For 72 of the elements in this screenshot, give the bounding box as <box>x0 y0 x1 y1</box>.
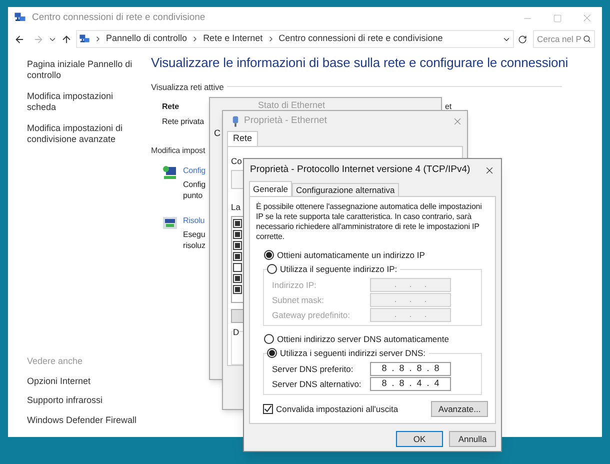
tab[interactable]: Rete <box>227 131 258 146</box>
field-label: Server DNS alternativo: <box>272 378 362 390</box>
connection-link[interactable]: et <box>445 102 452 112</box>
field-label: Co <box>231 155 242 168</box>
tab[interactable]: Generale <box>249 181 292 196</box>
task-description: Config <box>183 179 206 190</box>
field-label: Subnet mask: <box>272 294 324 306</box>
page-heading: Visualizzare le informazioni di base sulla rete e configurare le connessioni <box>151 54 568 72</box>
checkbox[interactable] <box>233 284 242 294</box>
intro-text: È possibile ottenere l'assegnazione automatica delle impostazioni IP se la rete supporta tale caratteristica. In caso contrario, sarà necessario richiedere all'amministratore di rete le impostazioni IP corrette. <box>255 201 483 242</box>
dialog-title: Proprietà - Protocollo Internet versione 4 (TCP/IPv4) <box>250 162 470 177</box>
task-link[interactable]: Config <box>183 165 206 176</box>
network-icon <box>79 34 90 44</box>
network-adapter-icon <box>232 116 239 126</box>
advanced-button[interactable]: Avanzate... <box>431 401 488 417</box>
radio-button[interactable] <box>267 348 277 358</box>
network-icon <box>14 12 26 24</box>
checkbox[interactable] <box>263 404 273 414</box>
sidebar-link[interactable]: Opzioni Internet <box>27 374 137 388</box>
checkbox-label: Convalida impostazioni all'uscita <box>276 402 398 416</box>
checkbox[interactable] <box>233 262 242 272</box>
radio-label: Utilizza il seguente indirizzo IP: <box>280 263 398 276</box>
section-heading: Vedere anche <box>27 355 84 368</box>
ip-address-field[interactable]: 8 . 8 . 8 . 8 <box>370 362 451 376</box>
cancel-button[interactable]: Annulla <box>449 431 496 447</box>
task-description: risoluz <box>183 240 206 252</box>
sidebar-link[interactable]: Windows Defender Firewall <box>27 414 137 427</box>
breadcrumb-item[interactable]: Pannello di controllo <box>106 32 188 46</box>
sidebar-link[interactable]: Modifica impostazioni di condivisione avanzate <box>27 123 137 145</box>
refresh-icon[interactable] <box>518 34 527 44</box>
breadcrumb-item[interactable]: Rete e Internet <box>203 32 263 46</box>
task-description: Esegu <box>183 229 206 240</box>
group-label: D <box>233 327 240 337</box>
radio-button[interactable] <box>264 334 274 344</box>
field-label: Indirizzo IP: <box>272 278 316 292</box>
breadcrumb-item[interactable]: Centro connessioni di rete e condivisione <box>278 32 443 46</box>
chevron-icon <box>94 35 102 43</box>
checkbox[interactable] <box>233 218 242 228</box>
sidebar-link[interactable]: Modifica impostazioni scheda <box>27 91 137 113</box>
network-name: Rete <box>162 101 179 114</box>
radio-label: Ottieni automaticamente un indirizzo IP <box>277 248 425 262</box>
task-link[interactable]: Risolu <box>183 215 206 226</box>
network-type: Rete privata <box>162 116 204 128</box>
field-label: Gateway predefinito: <box>272 308 350 322</box>
field-label: Server DNS preferito: <box>272 362 354 376</box>
tab[interactable]: Configurazione alternativa <box>292 183 399 196</box>
section-label: Visualizza reti attive <box>151 80 224 94</box>
field-label: C <box>214 128 220 138</box>
field-label: La <box>231 201 240 214</box>
sidebar-link[interactable]: Supporto infrarossi <box>27 394 137 408</box>
section-label: Modifica impost <box>151 145 206 158</box>
ip-address-field[interactable]: 8 . 8 . 4 . 4 <box>370 377 451 391</box>
task-description: punto <box>183 190 204 202</box>
close-icon[interactable] <box>484 164 495 176</box>
checkbox[interactable] <box>233 252 242 261</box>
up-icon[interactable] <box>61 34 72 44</box>
checkbox[interactable] <box>233 274 242 283</box>
radio-label: Ottieni indirizzo server DNS automaticamente <box>277 332 449 346</box>
address-bar[interactable]: Pannello di controllo Rete e Internet Centro connessioni di rete e condivisione <box>76 30 514 48</box>
window-title: Centro connessioni di rete e condivisione <box>32 10 206 25</box>
back-icon[interactable] <box>14 34 25 44</box>
troubleshoot-icon <box>162 215 178 232</box>
search-field[interactable]: Cerca nel P <box>533 30 595 48</box>
checkbox[interactable] <box>233 230 242 239</box>
network-setup-icon <box>162 165 178 182</box>
search-icon <box>583 35 591 43</box>
checkbox[interactable] <box>233 240 242 250</box>
dialog-title: Proprietà - Ethernet <box>244 114 327 128</box>
dialog-title: Stato di Ethernet <box>258 100 326 110</box>
sidebar-link[interactable]: Pagina iniziale Pannello di controllo <box>27 59 137 81</box>
ok-button[interactable]: OK <box>396 431 443 447</box>
radio-label: Utilizza i seguenti indirizzi server DNS: <box>280 347 426 360</box>
